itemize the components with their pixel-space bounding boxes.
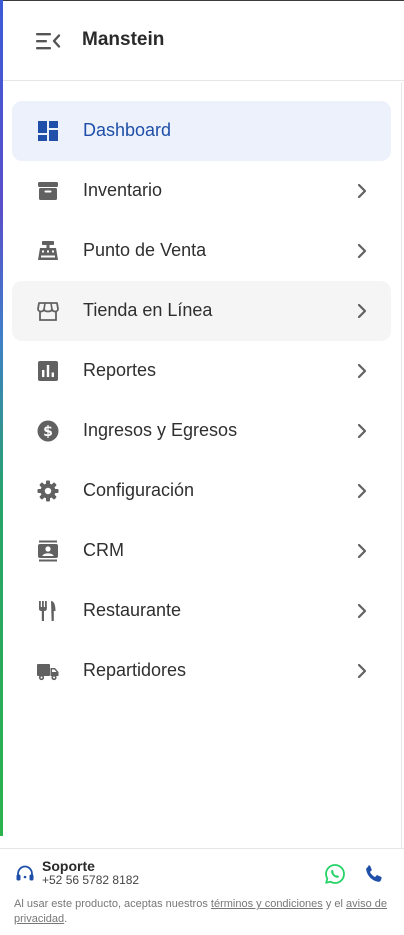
nav-label-reportes: Reportes [83, 360, 157, 380]
whatsapp-icon[interactable] [324, 863, 346, 885]
chevron-right-icon [357, 663, 367, 679]
chevron-right-icon [357, 483, 367, 499]
nav-item-ingresos-y-egresos[interactable]: $ Ingresos y Egresos [12, 401, 391, 461]
support-phone: +52 56 5782 8182 [42, 873, 140, 887]
delivery-truck-icon [37, 664, 59, 681]
contact-card-icon [38, 540, 58, 562]
chevron-right-icon [357, 543, 367, 559]
sidebar-nav: Dashboard Inventario Punto de Venta Tien… [12, 101, 391, 701]
nav-item-punto-de-venta[interactable]: Punto de Venta [12, 221, 391, 281]
fork-knife-icon [39, 601, 56, 621]
nav-label-configuracion: Configuración [83, 480, 195, 500]
legal-prefix: Al usar este producto, aceptas nuestros [14, 898, 208, 910]
legal-middle: y el [325, 898, 343, 910]
sidebar-footer: Soporte +52 56 5782 8182 Al usar este pr… [0, 848, 404, 935]
nav-item-tienda-en-linea[interactable]: Tienda en Línea [12, 281, 391, 341]
nav-item-configuracion[interactable]: Configuración [12, 461, 391, 521]
legal-notice: Al usar este producto, aceptas nuestros … [14, 897, 394, 927]
gear-icon [37, 480, 59, 502]
phone-call-icon[interactable] [364, 864, 384, 884]
chevron-right-icon [357, 243, 367, 259]
nav-item-reportes[interactable]: Reportes [12, 341, 391, 401]
nav-item-repartidores[interactable]: Repartidores [12, 641, 391, 701]
chevron-right-icon [357, 603, 367, 619]
archive-box-icon [38, 182, 58, 200]
support-title: Soporte [42, 858, 95, 874]
chevron-right-icon [357, 303, 367, 319]
accent-strip [0, 0, 3, 836]
headset-support-icon [16, 865, 34, 881]
nav-label-crm: CRM [83, 540, 124, 560]
nav-label-inventario: Inventario [83, 180, 163, 200]
bar-chart-icon [38, 361, 58, 381]
chevron-right-icon [357, 183, 367, 199]
nav-label-punto-de-venta: Punto de Venta [83, 240, 207, 260]
nav-item-restaurante[interactable]: Restaurante [12, 581, 391, 641]
nav-label-repartidores: Repartidores [83, 660, 187, 680]
nav-item-dashboard[interactable]: Dashboard [12, 101, 391, 161]
legal-suffix: . [64, 913, 68, 925]
nav-label-dashboard: Dashboard [83, 120, 172, 140]
app-title: Manstein [82, 29, 165, 50]
sidebar-divider [401, 82, 402, 848]
storefront-icon [37, 302, 59, 321]
nav-item-crm[interactable]: CRM [12, 521, 391, 581]
sidebar-header: Manstein [3, 1, 404, 81]
chevron-right-icon [357, 423, 367, 439]
nav-label-ingresos-y-egresos: Ingresos y Egresos [83, 420, 238, 440]
chevron-right-icon [357, 363, 367, 379]
dashboard-icon [38, 121, 58, 141]
nav-label-tienda-en-linea: Tienda en Línea [83, 300, 213, 320]
terms-link[interactable]: términos y condiciones [211, 898, 323, 910]
svg-text:$: $ [43, 424, 53, 440]
dollar-circle-icon: $ [37, 420, 59, 442]
nav-label-restaurante: Restaurante [83, 600, 182, 620]
nav-item-inventario[interactable]: Inventario [12, 161, 391, 221]
cash-register-icon [38, 241, 58, 260]
menu-collapse-icon[interactable] [35, 29, 61, 53]
